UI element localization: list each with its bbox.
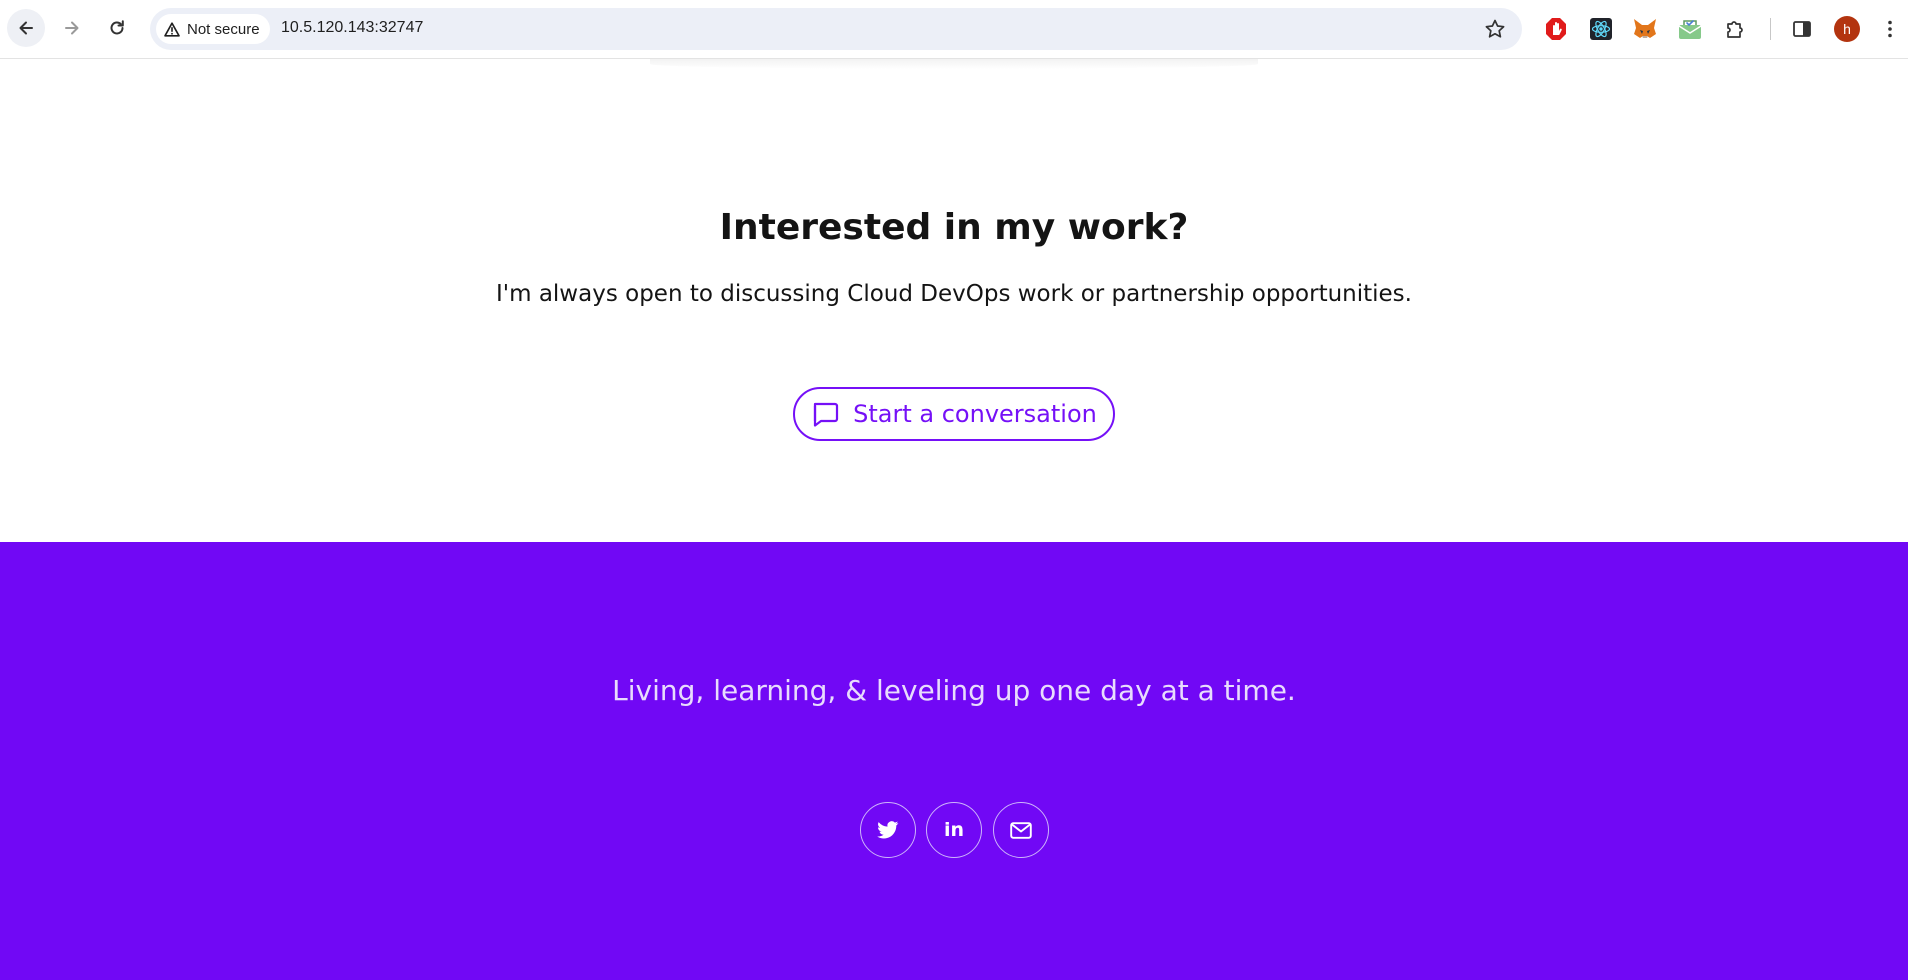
cta-subtitle: I'm always open to discussing Cloud DevO… — [496, 281, 1412, 307]
browser-toolbar: Not secure 10.5.120.143:32747 h — [0, 0, 1908, 59]
arrow-left-icon — [19, 21, 33, 35]
security-label: Not secure — [187, 20, 260, 38]
chat-bubble-icon — [814, 402, 839, 427]
address-bar[interactable]: Not secure 10.5.120.143:32747 — [150, 8, 1522, 50]
puzzle-icon — [1727, 21, 1743, 38]
twitter-icon — [877, 821, 899, 839]
linkedin-link[interactable]: in — [926, 802, 982, 858]
site-footer: Living, learning, & leveling up one day … — [0, 542, 1908, 980]
back-button[interactable] — [7, 9, 45, 47]
browser-menu-button[interactable] — [1880, 16, 1900, 42]
metamask-icon — [1634, 19, 1656, 38]
extension-icon — [1678, 20, 1702, 39]
arrow-right-icon — [65, 21, 79, 35]
adblock-icon — [1546, 18, 1566, 40]
cta-heading: Interested in my work? — [719, 207, 1189, 248]
side-panel-button[interactable] — [1789, 16, 1815, 42]
react-devtools-icon — [1590, 18, 1612, 40]
header-shadow — [650, 59, 1258, 69]
metamask-extension[interactable] — [1632, 16, 1658, 42]
adblock-extension[interactable] — [1543, 16, 1569, 42]
react-devtools-extension[interactable] — [1588, 16, 1614, 42]
reload-icon — [110, 20, 124, 35]
start-conversation-button[interactable]: Start a conversation — [793, 387, 1115, 441]
reload-button[interactable] — [98, 9, 136, 47]
twitter-link[interactable] — [860, 802, 916, 858]
star-icon[interactable] — [1484, 18, 1506, 40]
warning-triangle-icon — [164, 21, 180, 37]
start-conversation-label: Start a conversation — [853, 400, 1097, 428]
contact-cta-section: Interested in my work? I'm always open t… — [0, 59, 1908, 542]
url-text[interactable]: 10.5.120.143:32747 — [281, 19, 423, 37]
mail-extension[interactable] — [1677, 16, 1703, 42]
email-link[interactable] — [993, 802, 1049, 858]
page-content: Interested in my work? I'm always open t… — [0, 59, 1908, 980]
kebab-menu-icon — [1888, 20, 1892, 38]
linkedin-icon: in — [943, 819, 965, 841]
side-panel-icon — [1793, 21, 1811, 37]
envelope-icon — [1010, 821, 1032, 839]
forward-button[interactable] — [53, 9, 91, 47]
profile-avatar[interactable]: h — [1834, 16, 1860, 42]
footer-tagline: Living, learning, & leveling up one day … — [612, 674, 1296, 707]
security-chip[interactable]: Not secure — [156, 14, 270, 44]
toolbar-divider — [1770, 18, 1771, 40]
extensions-button[interactable] — [1723, 16, 1749, 42]
